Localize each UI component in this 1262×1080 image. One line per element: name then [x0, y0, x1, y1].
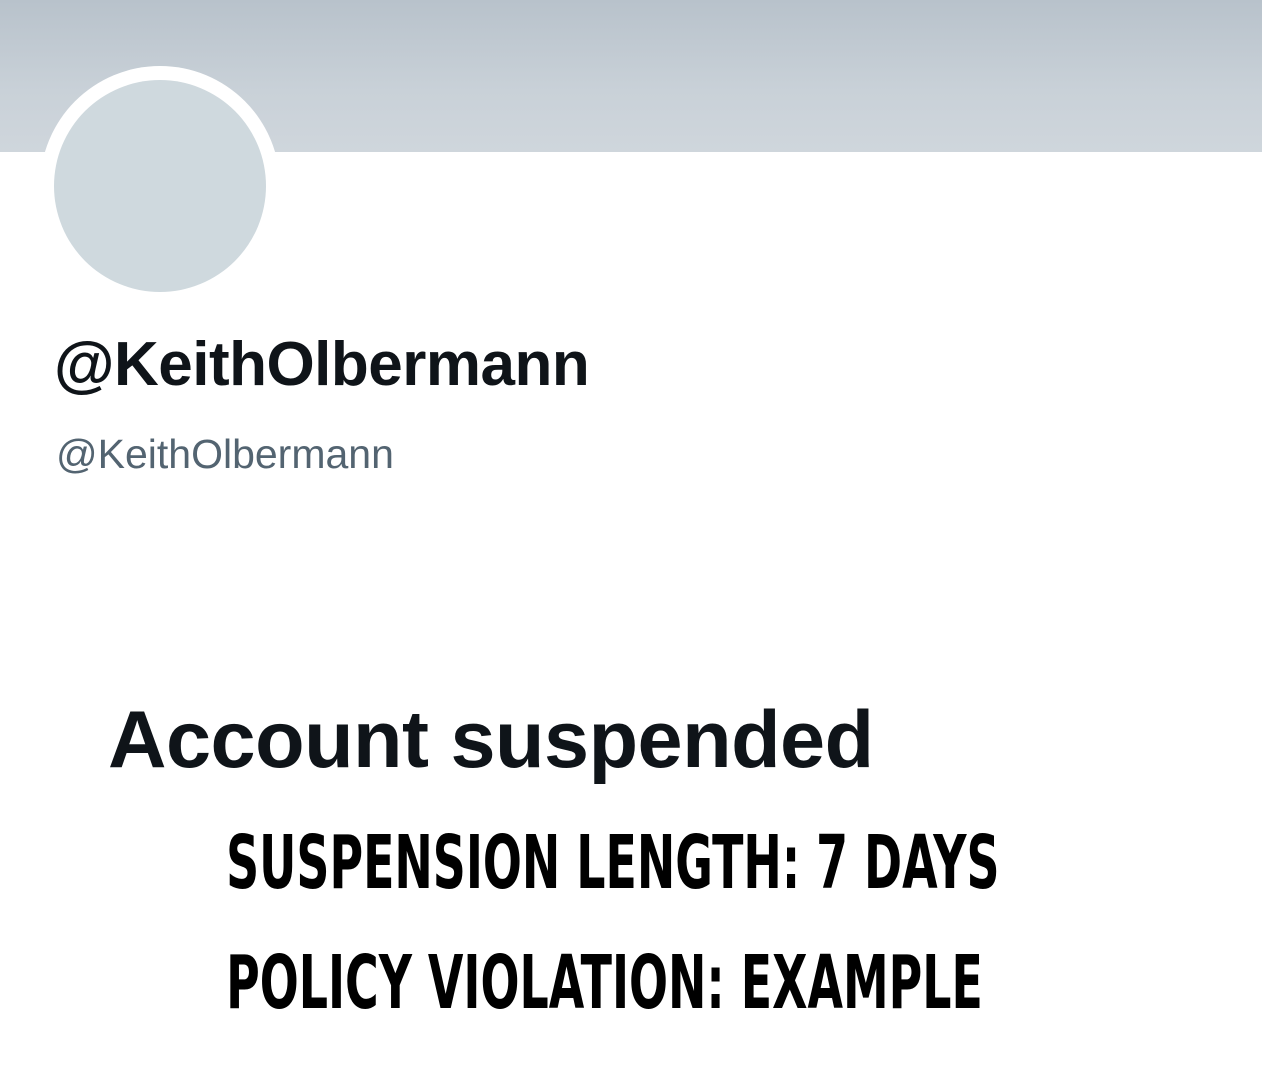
profile-display-name: @KeithOlbermann — [54, 330, 590, 399]
profile-handle: @KeithOlbermann — [56, 431, 394, 477]
avatar[interactable] — [54, 80, 266, 292]
avatar-ring — [40, 66, 280, 306]
account-suspended-title: Account suspended — [108, 695, 874, 785]
profile-page: @KeithOlbermann @KeithOlbermann Account … — [0, 0, 1262, 1080]
policy-violation-caption: POLICY VIOLATION: EXAMPLE — [226, 940, 983, 1026]
suspension-length-caption: SUSPENSION LENGTH: 7 DAYS — [226, 820, 1000, 906]
